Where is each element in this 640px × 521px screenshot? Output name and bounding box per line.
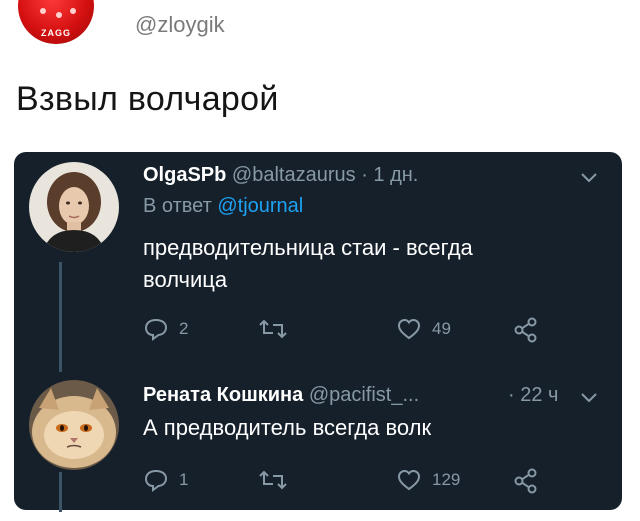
retweet-icon — [259, 319, 287, 339]
retweet-icon — [259, 470, 287, 490]
timestamp[interactable]: · 22 ч — [508, 384, 558, 406]
retweet-button[interactable] — [258, 317, 298, 341]
like-icon — [397, 318, 421, 340]
chevron-down-icon[interactable] — [580, 392, 598, 404]
avatar-cat-icon — [29, 380, 119, 470]
logo-decoration — [70, 8, 76, 14]
user-handle[interactable]: @pacifist_... — [309, 384, 419, 406]
reply-prefix: В ответ — [143, 195, 212, 217]
logo-decoration — [40, 8, 46, 14]
tweet[interactable]: Рената Кошкина @pacifist_... · 22 ч А пр… — [14, 362, 622, 510]
avatar[interactable] — [29, 380, 119, 470]
like-button[interactable]: 49 — [396, 317, 451, 341]
retweet-button[interactable] — [258, 468, 298, 492]
display-name[interactable]: Рената Кошкина — [143, 384, 303, 406]
author-handle[interactable]: @zloygik — [135, 12, 225, 38]
post-text: Взвыл волчарой — [16, 80, 279, 118]
tweet-text: предводительница стаи - всегда волчица — [143, 235, 473, 292]
post-header: ZAGG @zloygik — [0, 0, 640, 60]
like-count: 129 — [432, 470, 461, 489]
reply-button[interactable]: 1 — [143, 468, 188, 492]
reply-count: 1 — [179, 470, 189, 489]
share-button[interactable] — [513, 468, 539, 494]
tweet-text: А предводитель всегда волк — [143, 415, 432, 440]
reply-icon — [144, 318, 168, 341]
like-icon — [397, 469, 421, 491]
avatar-portrait-icon — [29, 162, 119, 252]
like-count: 49 — [432, 319, 451, 338]
display-name[interactable]: OlgaSPb — [143, 164, 226, 186]
user-handle[interactable]: @baltazaurus — [232, 164, 356, 186]
logo-text: ZAGG — [41, 28, 71, 38]
share-icon — [514, 468, 537, 494]
tweet-meta: Рената Кошкина @pacifist_... — [143, 384, 419, 407]
reply-context: В ответ @tjournal — [143, 195, 303, 218]
reply-count: 2 — [179, 319, 189, 338]
tweet[interactable]: OlgaSPb @baltazaurus · 1 дн. В ответ @tj… — [14, 152, 622, 352]
tweet-meta: OlgaSPb @baltazaurus · 1 дн. — [143, 164, 418, 187]
thread-connector-line — [59, 472, 62, 512]
chevron-down-icon[interactable] — [580, 172, 598, 184]
like-button[interactable]: 129 — [396, 468, 460, 492]
embedded-tweet-thread[interactable]: OlgaSPb @baltazaurus · 1 дн. В ответ @tj… — [14, 152, 622, 510]
share-icon — [514, 317, 537, 343]
thread-connector-line — [59, 262, 62, 372]
share-button[interactable] — [513, 317, 539, 343]
zagg-logo-avatar[interactable]: ZAGG — [18, 0, 94, 44]
timestamp[interactable]: · 1 дн. — [361, 164, 418, 186]
tweet-actions: 1 129 — [143, 468, 563, 494]
logo-decoration — [56, 12, 62, 18]
tweet-time: · 22 ч — [508, 384, 558, 407]
reply-icon — [144, 469, 168, 492]
avatar[interactable] — [29, 162, 119, 252]
reply-button[interactable]: 2 — [143, 317, 188, 341]
reply-mention-link[interactable]: @tjournal — [217, 195, 303, 217]
tweet-actions: 2 49 — [143, 317, 563, 343]
